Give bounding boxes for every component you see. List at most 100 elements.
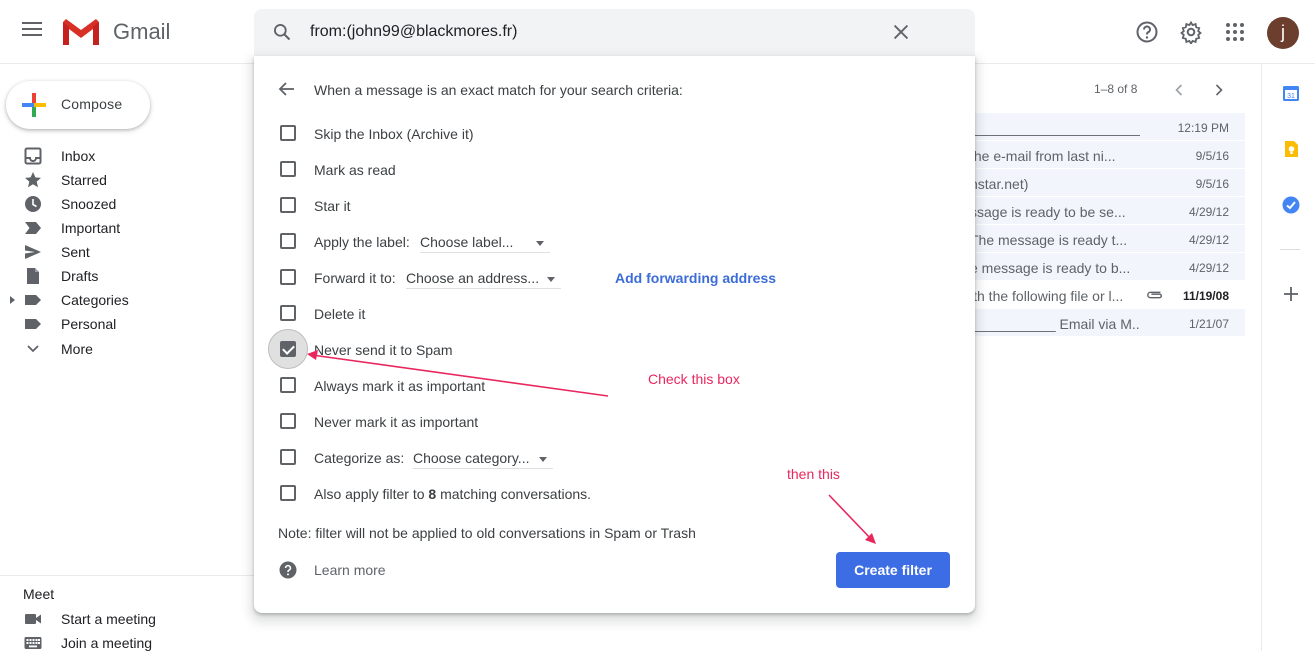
option-label: Forward it to: <box>314 270 396 286</box>
sidebar-item-sent[interactable]: Sent <box>0 240 240 264</box>
calendar-icon[interactable]: 31 <box>1282 84 1300 102</box>
learn-more-link[interactable]: Learn more <box>314 562 386 578</box>
sidebar-item-label: Drafts <box>61 268 99 284</box>
option-forward: Forward it to: Choose an address... Add … <box>276 264 956 290</box>
option-also-apply: Also apply filter to 8 matching conversa… <box>276 480 956 506</box>
checkbox-always-important[interactable] <box>280 377 296 393</box>
sidebar-item-starred[interactable]: Starred <box>0 168 240 192</box>
option-star: Star it <box>276 192 956 218</box>
sidebar-item-important[interactable]: Important <box>0 216 240 240</box>
gear-icon[interactable] <box>1179 20 1203 44</box>
chevron-down-icon <box>27 345 39 353</box>
table-row[interactable]: ith the following file or l... 11/19/08 <box>970 281 1245 309</box>
email-snippet: nstar.net) <box>970 176 1029 192</box>
sidebar-item-label: Sent <box>61 244 90 260</box>
star-icon <box>25 172 41 188</box>
checkbox-skip-inbox[interactable] <box>280 125 296 141</box>
option-always-important: Always mark it as important <box>276 372 956 398</box>
address-dropdown[interactable]: Choose an address... <box>406 265 561 289</box>
category-dropdown[interactable]: Choose category... <box>413 445 553 469</box>
option-delete: Delete it <box>276 300 956 326</box>
dialog-title: When a message is an exact match for you… <box>314 82 683 98</box>
plus-icon <box>22 93 46 117</box>
keyboard-icon <box>24 637 42 649</box>
checkbox-also-apply[interactable] <box>280 485 296 501</box>
add-forwarding-address-link[interactable]: Add forwarding address <box>615 270 776 286</box>
meet-item-label: Start a meeting <box>61 611 156 627</box>
sidebar-item-inbox[interactable]: Inbox <box>0 144 240 168</box>
option-never-important: Never mark it as important <box>276 408 956 434</box>
keep-icon[interactable] <box>1282 140 1300 158</box>
table-row[interactable]: The message is ready t... 4/29/12 <box>970 225 1245 253</box>
send-icon <box>25 245 41 259</box>
table-row[interactable]: the e-mail from last ni... 9/5/16 <box>970 141 1245 169</box>
email-snippet: e message is ready to b... <box>970 260 1131 276</box>
pager-count: 1–8 of 8 <box>1094 82 1138 96</box>
inbox-icon <box>24 147 42 165</box>
checkbox-forward[interactable] <box>280 269 296 285</box>
option-label: Apply the label: <box>314 234 410 250</box>
email-date: 11/19/08 <box>1182 289 1229 303</box>
label-icon <box>25 319 41 329</box>
label-dropdown[interactable]: Choose label... <box>420 229 550 253</box>
table-row[interactable]: ssage is ready to be se... 4/29/12 <box>970 197 1245 225</box>
sidebar-item-personal[interactable]: Personal <box>0 312 240 336</box>
option-categorize: Categorize as: Choose category... <box>276 444 956 470</box>
table-row[interactable]: e message is ready to b... 4/29/12 <box>970 253 1245 281</box>
checkbox-never-important[interactable] <box>280 413 296 429</box>
sidebar-item-label: Personal <box>61 316 117 332</box>
email-snippet: the e-mail from last ni... <box>970 148 1116 164</box>
draft-icon <box>27 268 39 284</box>
join-meeting-item[interactable]: Join a meeting <box>0 631 240 655</box>
table-row[interactable]: ___________ Email via M... 1/21/07 <box>970 309 1245 337</box>
close-icon[interactable] <box>890 21 912 43</box>
email-snippet: ith the following file or l... <box>970 288 1124 304</box>
avatar[interactable]: j <box>1267 17 1299 49</box>
checkbox-star[interactable] <box>280 197 296 213</box>
option-never-spam: Never send it to Spam <box>268 329 956 369</box>
option-mark-read: Mark as read <box>276 156 956 182</box>
checkbox-categorize[interactable] <box>280 449 296 465</box>
also-apply-suffix: matching conversations. <box>436 486 592 502</box>
checkbox-never-spam[interactable] <box>280 341 296 357</box>
apps-grid-icon[interactable] <box>1223 20 1247 44</box>
search-input[interactable]: from:(john99@blackmores.fr) <box>310 23 517 41</box>
video-icon <box>25 614 41 624</box>
divider <box>1280 249 1300 250</box>
email-date: 9/5/16 <box>1195 177 1229 191</box>
option-label: Always mark it as important <box>314 378 486 394</box>
checkbox-mark-read[interactable] <box>280 161 296 177</box>
checkbox-delete[interactable] <box>280 305 296 321</box>
help-icon[interactable] <box>279 561 297 579</box>
option-label: Categorize as: <box>314 450 405 466</box>
sidebar-item-more[interactable]: More <box>0 337 240 361</box>
clock-icon <box>25 196 41 212</box>
sidebar-item-label: More <box>61 341 93 357</box>
table-row[interactable]: ______________________... 12:19 PM <box>970 113 1245 141</box>
main-menu-icon[interactable] <box>22 22 42 42</box>
checkbox-apply-label[interactable] <box>280 233 296 249</box>
side-panel: 31 <box>1261 64 1315 651</box>
sidebar-item-snoozed[interactable]: Snoozed <box>0 192 240 216</box>
arrow-back-icon[interactable] <box>278 80 296 98</box>
email-date: 4/29/12 <box>1188 233 1229 247</box>
plus-icon[interactable] <box>1282 285 1300 303</box>
search-bar[interactable]: from:(john99@blackmores.fr) <box>254 9 975 56</box>
compose-label: Compose <box>61 96 123 112</box>
option-skip-inbox: Skip the Inbox (Archive it) <box>276 120 956 146</box>
sidebar-item-drafts[interactable]: Drafts <box>0 264 240 288</box>
chevron-left-icon[interactable] <box>1169 80 1189 100</box>
tasks-icon[interactable] <box>1282 196 1300 214</box>
help-icon[interactable] <box>1135 20 1159 44</box>
compose-button[interactable]: Compose <box>6 81 150 129</box>
app-name: Gmail <box>113 19 171 44</box>
search-icon[interactable] <box>272 22 292 42</box>
expand-arrow-icon[interactable] <box>10 296 15 304</box>
sidebar-item-categories[interactable]: Categories <box>0 288 240 312</box>
option-label: Never send it to Spam <box>314 342 453 358</box>
table-row[interactable]: nstar.net) 9/5/16 <box>970 169 1245 197</box>
start-meeting-item[interactable]: Start a meeting <box>0 607 240 631</box>
gmail-logo[interactable] <box>61 17 101 47</box>
chevron-right-icon[interactable] <box>1209 80 1229 100</box>
create-filter-button[interactable]: Create filter <box>836 552 950 588</box>
